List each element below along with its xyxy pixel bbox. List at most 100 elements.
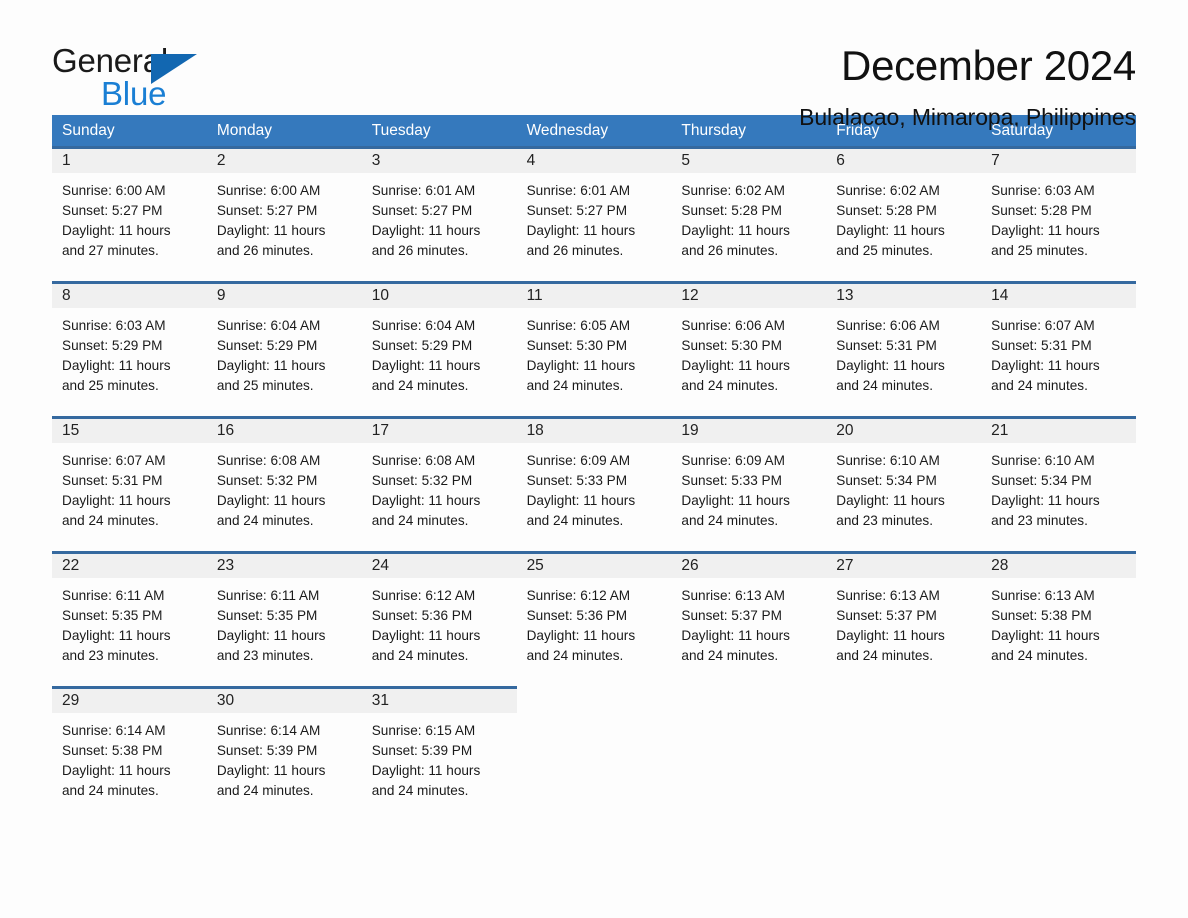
day-number-band: 27 <box>826 551 982 578</box>
daylight-text-line2: and 24 minutes. <box>62 513 159 528</box>
daylight-text-line1: Daylight: 11 hours <box>836 628 945 643</box>
day-number: 7 <box>991 152 1000 169</box>
day-number-band: 6 <box>826 146 982 173</box>
day-cell[interactable]: 28 Sunrise: 6:13 AM Sunset: 5:38 PM Dayligh… <box>981 551 1136 686</box>
day-number: 20 <box>836 422 854 439</box>
sunrise-text: Sunrise: 6:10 AM <box>991 453 1095 468</box>
day-number-band: 30 <box>206 686 362 713</box>
day-number-band: 19 <box>671 416 827 443</box>
page-header: General Blue December 2024 Bulalacao, Mi… <box>52 0 1136 130</box>
daylight-text-line2: and 23 minutes. <box>991 513 1088 528</box>
sunrise-text: Sunrise: 6:08 AM <box>216 453 321 468</box>
sunset-text: Sunset: 5:30 PM <box>526 338 628 353</box>
day-number: 15 <box>62 422 80 439</box>
daylight-text-line2: and 24 minutes. <box>681 513 779 528</box>
day-cell[interactable]: 8 Sunrise: 6:03 AM Sunset: 5:29 PM Daylight… <box>52 281 207 416</box>
day-cell[interactable]: 10 Sunrise: 6:04 AM Sunset: 5:29 PM Dayligh… <box>361 281 517 416</box>
day-cell[interactable]: 6 Sunrise: 6:02 AM Sunset: 5:28 PM Daylight… <box>826 146 982 281</box>
day-cell[interactable]: 29 Sunrise: 6:14 AM Sunset: 5:38 PM Dayligh… <box>52 686 207 821</box>
sunrise-text: Sunrise: 6:09 AM <box>681 453 785 468</box>
day-number-band: 4 <box>516 146 672 173</box>
day-cell[interactable]: 20 Sunrise: 6:10 AM Sunset: 5:34 PM Dayligh… <box>826 416 982 551</box>
day-cell[interactable]: 9 Sunrise: 6:04 AM Sunset: 5:29 PM Daylight… <box>206 281 362 416</box>
day-cell[interactable]: 21 Sunrise: 6:10 AM Sunset: 5:34 PM Dayligh… <box>981 416 1136 551</box>
sunset-text: Sunset: 5:27 PM <box>62 203 163 218</box>
day-cell[interactable]: 26 Sunrise: 6:13 AM Sunset: 5:37 PM Dayligh… <box>671 551 827 686</box>
day-cell[interactable]: 4 Sunrise: 6:01 AM Sunset: 5:27 PM Daylight… <box>516 146 672 281</box>
day-number: 16 <box>216 422 235 439</box>
day-number: 9 <box>216 287 226 304</box>
day-number-band: 1 <box>52 146 207 173</box>
daylight-text-line1: Daylight: 11 hours <box>526 493 636 508</box>
day-sun-info: Sunrise: 6:11 AM Sunset: 5:35 PM Daylight:… <box>52 578 207 666</box>
day-number-band: 18 <box>516 416 672 443</box>
sunset-text: Sunset: 5:29 PM <box>216 338 318 353</box>
day-cell[interactable]: 3 Sunrise: 6:01 AM Sunset: 5:27 PM Daylight… <box>361 146 517 281</box>
sunset-text: Sunset: 5:32 PM <box>371 473 473 488</box>
daylight-text-line1: Daylight: 11 hours <box>836 358 945 373</box>
day-cell[interactable]: 11 Sunrise: 6:05 AM Sunset: 5:30 PM Dayligh… <box>516 281 672 416</box>
sunset-text: Sunset: 5:31 PM <box>991 338 1092 353</box>
day-cell[interactable]: 23 Sunrise: 6:11 AM Sunset: 5:35 PM Dayligh… <box>206 551 362 686</box>
daylight-text-line2: and 24 minutes. <box>62 783 159 798</box>
day-cell[interactable]: 27 Sunrise: 6:13 AM Sunset: 5:37 PM Dayligh… <box>826 551 982 686</box>
day-cell[interactable]: 2 Sunrise: 6:00 AM Sunset: 5:27 PM Daylight… <box>206 146 362 281</box>
daylight-text-line1: Daylight: 11 hours <box>836 493 945 508</box>
day-number: 23 <box>216 557 235 574</box>
daylight-text-line2: and 25 minutes. <box>216 378 314 393</box>
sunrise-text: Sunrise: 6:12 AM <box>526 588 631 603</box>
calendar-week-row: 1 Sunrise: 6:00 AM Sunset: 5:27 PM Daylight… <box>52 146 1136 281</box>
daylight-text-line2: and 25 minutes. <box>836 243 934 258</box>
day-cell[interactable]: 18 Sunrise: 6:09 AM Sunset: 5:33 PM Dayligh… <box>516 416 672 551</box>
sunrise-text: Sunrise: 6:08 AM <box>371 453 476 468</box>
calendar-grid: Sunday Monday Tuesday Wednesday Thursday… <box>52 115 1136 821</box>
weekday-sunday: Sunday <box>62 122 115 139</box>
day-cell[interactable]: 22 Sunrise: 6:11 AM Sunset: 5:35 PM Dayligh… <box>52 551 207 686</box>
day-cell[interactable]: 24 Sunrise: 6:12 AM Sunset: 5:36 PM Dayligh… <box>361 551 517 686</box>
day-cell[interactable]: 15 Sunrise: 6:07 AM Sunset: 5:31 PM Dayligh… <box>52 416 207 551</box>
day-sun-info: Sunrise: 6:10 AM Sunset: 5:34 PM Daylight:… <box>826 443 981 531</box>
day-number-band <box>671 686 826 713</box>
generalblue-logo[interactable]: General Blue <box>52 44 252 114</box>
sunrise-text: Sunrise: 6:04 AM <box>371 318 476 333</box>
daylight-text-line2: and 24 minutes. <box>991 378 1088 393</box>
day-cell[interactable]: 16 Sunrise: 6:08 AM Sunset: 5:32 PM Dayligh… <box>206 416 362 551</box>
sunrise-text: Sunrise: 6:09 AM <box>526 453 631 468</box>
sunset-text: Sunset: 5:38 PM <box>991 608 1092 623</box>
daylight-text-line2: and 23 minutes. <box>836 513 934 528</box>
day-sun-info: Sunrise: 6:07 AM Sunset: 5:31 PM Daylight:… <box>981 308 1136 396</box>
sunrise-text: Sunrise: 6:00 AM <box>62 183 166 198</box>
day-cell[interactable]: 25 Sunrise: 6:12 AM Sunset: 5:36 PM Dayligh… <box>516 551 672 686</box>
day-cell-empty <box>981 686 1136 821</box>
day-sun-info: Sunrise: 6:12 AM Sunset: 5:36 PM Daylight:… <box>517 578 672 666</box>
sunrise-text: Sunrise: 6:06 AM <box>836 318 940 333</box>
day-cell[interactable]: 30 Sunrise: 6:14 AM Sunset: 5:39 PM Dayligh… <box>206 686 362 821</box>
day-cell[interactable]: 5 Sunrise: 6:02 AM Sunset: 5:28 PM Daylight… <box>671 146 827 281</box>
sunset-text: Sunset: 5:35 PM <box>62 608 163 623</box>
day-cell[interactable]: 1 Sunrise: 6:00 AM Sunset: 5:27 PM Daylight… <box>52 146 207 281</box>
day-cell[interactable]: 7 Sunrise: 6:03 AM Sunset: 5:28 PM Daylight… <box>981 146 1136 281</box>
day-sun-info: Sunrise: 6:04 AM Sunset: 5:29 PM Daylight:… <box>207 308 362 396</box>
day-number: 29 <box>62 692 80 709</box>
day-cell[interactable]: 13 Sunrise: 6:06 AM Sunset: 5:31 PM Dayligh… <box>826 281 982 416</box>
daylight-text-line1: Daylight: 11 hours <box>62 358 171 373</box>
day-cell[interactable]: 14 Sunrise: 6:07 AM Sunset: 5:31 PM Dayligh… <box>981 281 1136 416</box>
day-cell-empty <box>517 686 672 821</box>
sunset-text: Sunset: 5:37 PM <box>681 608 782 623</box>
daylight-text-line1: Daylight: 11 hours <box>681 223 790 238</box>
day-number-band: 12 <box>671 281 827 308</box>
sunset-text: Sunset: 5:29 PM <box>371 338 473 353</box>
daylight-text-line2: and 24 minutes. <box>371 513 469 528</box>
day-sun-info: Sunrise: 6:01 AM Sunset: 5:27 PM Daylight:… <box>517 173 672 261</box>
day-sun-info: Sunrise: 6:06 AM Sunset: 5:31 PM Daylight:… <box>826 308 981 396</box>
day-cell[interactable]: 19 Sunrise: 6:09 AM Sunset: 5:33 PM Dayligh… <box>671 416 827 551</box>
sunrise-text: Sunrise: 6:13 AM <box>681 588 785 603</box>
day-cell[interactable]: 12 Sunrise: 6:06 AM Sunset: 5:30 PM Dayligh… <box>671 281 827 416</box>
day-number: 10 <box>371 287 389 304</box>
sunset-text: Sunset: 5:39 PM <box>216 743 318 758</box>
day-cell[interactable]: 31 Sunrise: 6:15 AM Sunset: 5:39 PM Dayligh… <box>361 686 517 821</box>
day-cell[interactable]: 17 Sunrise: 6:08 AM Sunset: 5:32 PM Dayligh… <box>361 416 517 551</box>
day-sun-info: Sunrise: 6:00 AM Sunset: 5:27 PM Daylight:… <box>52 173 207 261</box>
daylight-text-line1: Daylight: 11 hours <box>216 358 326 373</box>
calendar-week-row: 22 Sunrise: 6:11 AM Sunset: 5:35 PM Dayligh… <box>52 551 1136 686</box>
